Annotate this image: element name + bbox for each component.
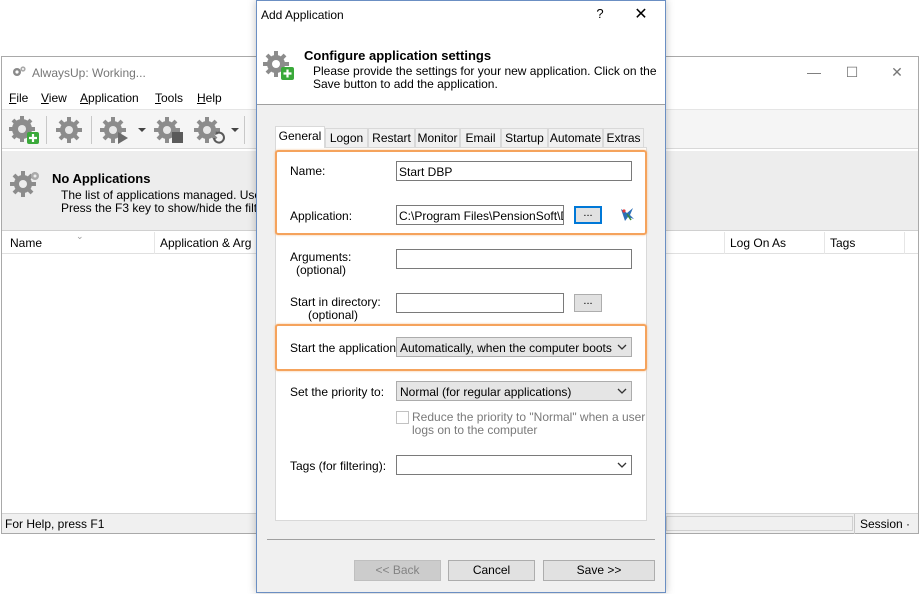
start-application-label: Start the application: [290,341,400,355]
dialog-separator [267,539,655,540]
stop-icon[interactable] [152,114,186,146]
toolbar-separator [91,116,92,144]
menu-application-label: pplication [88,91,139,105]
gear-icon [10,171,39,197]
tab-restart[interactable]: Restart [368,128,415,147]
tab-monitor[interactable]: Monitor [415,128,460,147]
menu-view-accel: V [41,91,49,105]
menu-tools[interactable]: Tools [155,91,183,105]
save-button[interactable]: Save >> [543,560,655,581]
status-help-text: For Help, press F1 [5,517,105,531]
chevron-down-icon [617,462,627,468]
toolbar-separator [46,116,47,144]
pick-running-application-icon[interactable] [618,206,636,222]
menu-tools-label: ools [161,91,184,105]
tab-startup[interactable]: Startup [501,128,548,147]
main-window-title: AlwaysUp: Working... [32,66,146,80]
add-application-icon [263,51,294,80]
menu-view[interactable]: View [41,91,67,105]
tags-label: Tags (for filtering): [290,459,387,473]
column-separator[interactable] [724,232,725,254]
arguments-input[interactable] [396,249,632,269]
tab-general[interactable]: General [275,126,325,148]
menu-help[interactable]: Help [197,91,222,105]
dialog-header-description: Please provide the settings for your new… [313,64,657,91]
column-separator[interactable] [904,232,905,254]
reduce-priority-checkbox[interactable] [396,411,409,424]
tags-select[interactable] [396,455,632,475]
help-button[interactable]: ? [590,6,610,21]
name-label: Name: [290,164,326,178]
add-application-icon[interactable] [7,114,41,146]
menu-file-label: ile [16,91,29,105]
start-directory-optional-label: (optional) [308,308,359,322]
start-icon[interactable] [98,114,132,146]
menu-application-accel: A [80,91,89,105]
column-name[interactable]: Name [10,236,42,250]
menu-file[interactable]: File [9,91,28,105]
application-path-input[interactable]: C:\Program Files\PensionSoft\DB [396,205,564,225]
restart-dropdown-arrow-icon[interactable] [231,128,239,132]
application-label: Application: [290,209,353,223]
status-panel [666,516,853,531]
add-application-dialog: Add Application ? ✕ Configure applicatio… [256,0,666,593]
name-input[interactable]: Start DBP [396,161,632,181]
settings-tabs: General Logon Restart Monitor Email Star… [275,126,647,148]
arguments-optional-label: (optional) [296,263,347,277]
column-separator[interactable] [824,232,825,254]
dialog-title: Add Application [261,8,344,22]
dialog-titlebar: Add Application ? ✕ [257,1,665,31]
banner-line-2: Press the F3 key to show/hide the filter… [61,201,278,215]
minimize-button[interactable]: — [802,62,826,82]
tab-email[interactable]: Email [460,128,501,147]
dialog-header-title: Configure application settings [304,48,492,63]
chevron-down-icon [617,388,627,394]
app-gear-icon [13,66,26,76]
column-application[interactable]: Application & Arg [160,236,251,250]
back-button[interactable]: << Back [354,560,441,581]
reduce-priority-label: Reduce the priority to "Normal" when a u… [412,410,646,437]
menu-application[interactable]: Application [80,91,139,105]
priority-value: Normal (for regular applications) [400,385,572,399]
column-separator[interactable] [154,232,155,254]
settings-icon[interactable] [52,114,86,146]
start-dropdown-arrow-icon[interactable] [138,128,146,132]
tab-automate[interactable]: Automate [548,128,603,147]
close-button[interactable]: ✕ [885,62,909,82]
restart-icon[interactable] [192,114,226,146]
start-directory-browse-button[interactable]: ... [574,294,602,312]
start-application-select[interactable]: Automatically, when the computer boots [396,337,632,357]
sort-indicator-icon: ⌄ [76,231,84,241]
status-session: Session · [854,514,919,534]
menu-view-label: iew [48,91,67,105]
start-directory-label: Start in directory: [290,295,381,309]
dialog-close-button[interactable]: ✕ [628,4,654,26]
arguments-label: Arguments: [290,250,352,264]
banner-line-1: The list of applications managed. Use th… [61,188,282,202]
cancel-button[interactable]: Cancel [448,560,535,581]
dialog-header: Configure application settings Please pr… [257,31,665,105]
application-browse-button[interactable]: ... [574,206,602,224]
tab-logon[interactable]: Logon [325,128,368,147]
maximize-button[interactable]: ☐ [840,62,864,82]
column-tags[interactable]: Tags [830,236,855,250]
general-tab-panel: Name: Start DBP Application: C:\Program … [275,147,647,521]
tab-extras[interactable]: Extras [603,128,644,147]
priority-select[interactable]: Normal (for regular applications) [396,381,632,401]
start-directory-input[interactable] [396,293,564,313]
column-log-on-as[interactable]: Log On As [730,236,786,250]
menu-help-accel: H [197,91,206,105]
toolbar-separator [244,116,245,144]
menu-help-label: elp [205,91,222,105]
priority-label: Set the priority to: [290,385,385,399]
chevron-down-icon [617,344,627,350]
banner-title: No Applications [52,171,151,186]
start-application-value: Automatically, when the computer boots [400,341,612,355]
